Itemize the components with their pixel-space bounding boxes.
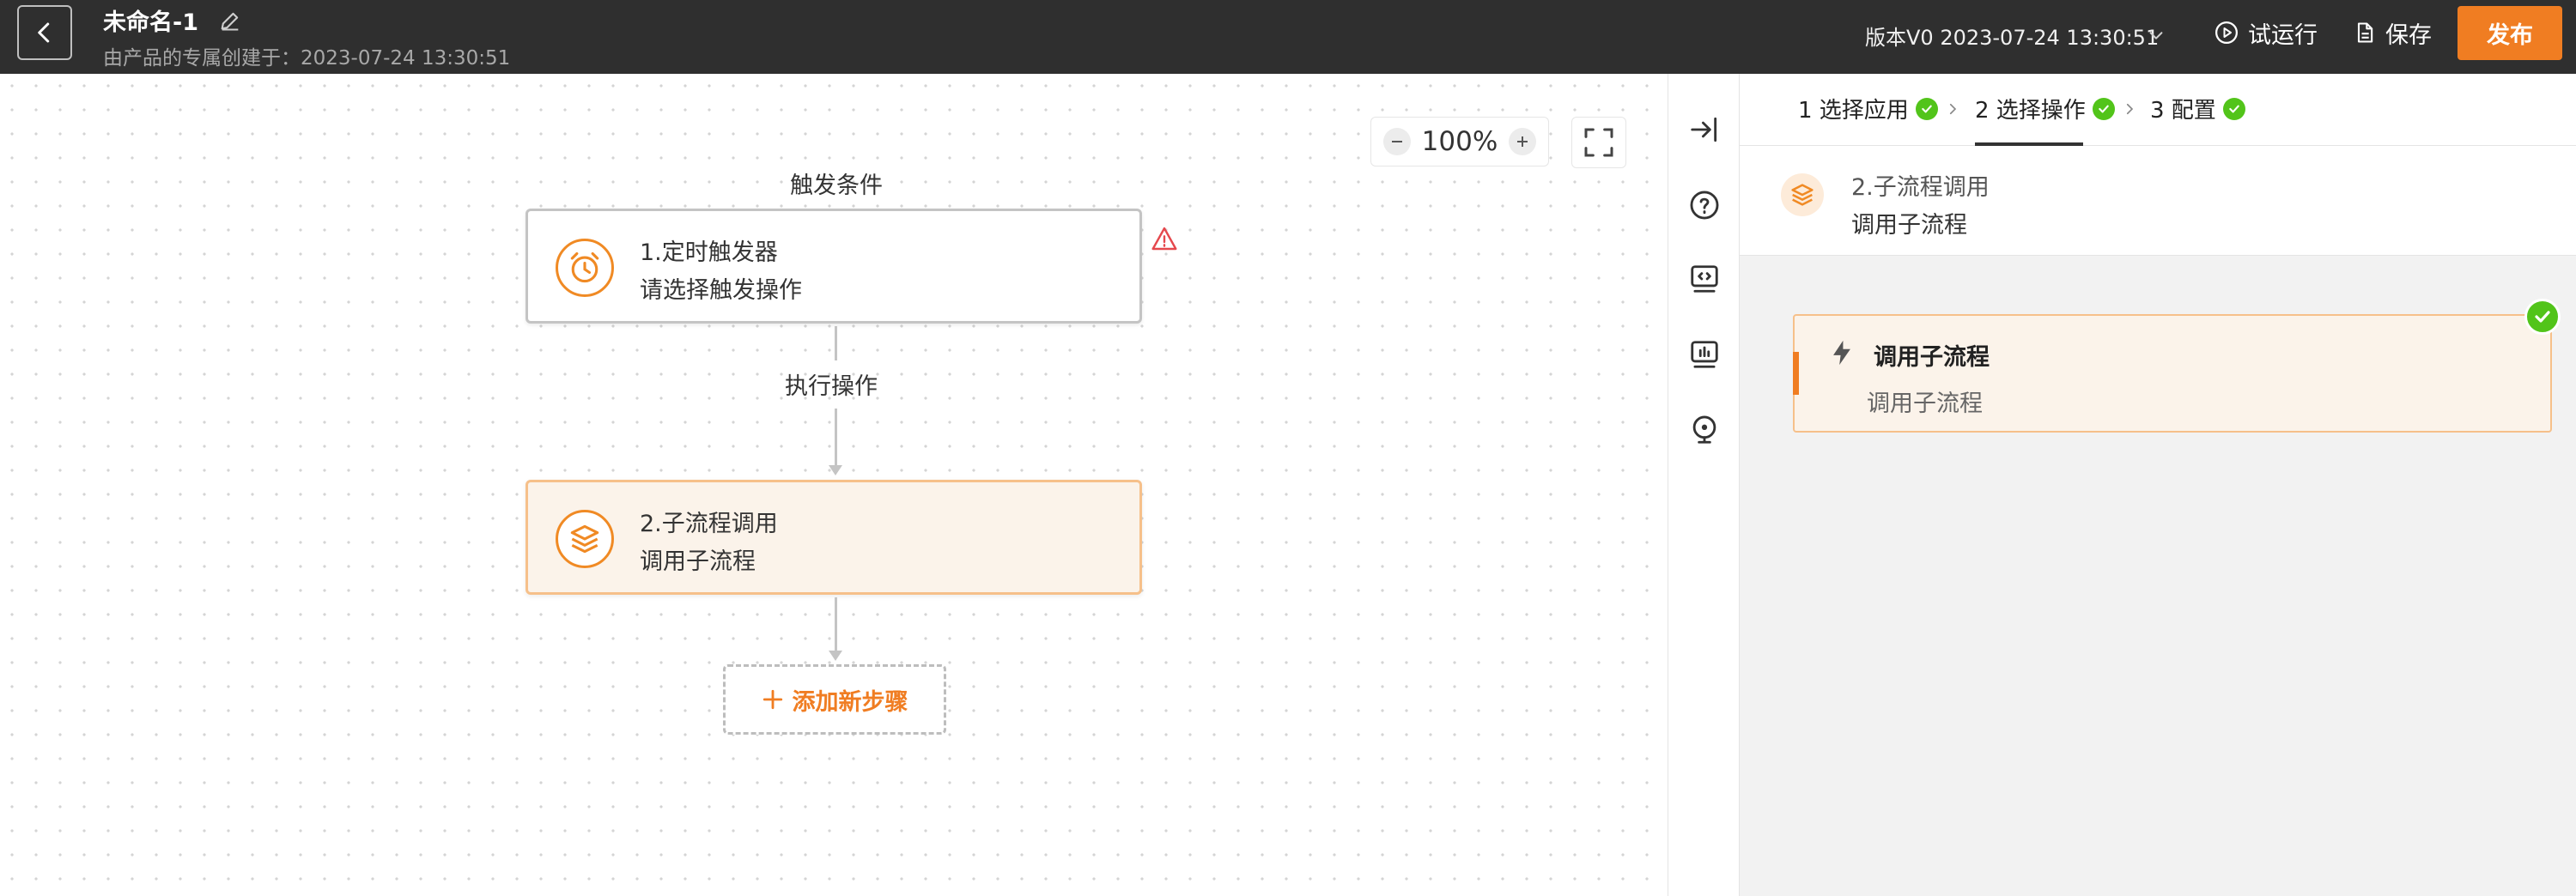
created-info: 由产品的专属创建于：2023-07-24 13:30:51 [103,47,511,70]
workflow-title: 未命名-1 [103,9,198,36]
chart-icon [1691,341,1718,368]
stats-button[interactable] [1686,336,1722,372]
save-button[interactable]: 保存 [2353,15,2432,50]
collapse-panel-button[interactable] [1686,112,1722,148]
layers-icon [1781,173,1824,216]
zoom-in-button[interactable] [1508,128,1536,155]
trial-run-label: 试运行 [2248,21,2318,49]
step-label: 2 选择操作 [1975,98,2086,124]
connector-line [835,597,837,651]
operation-title: 调用子流程 [1874,344,1990,371]
trigger-node[interactable]: 1.定时触发器 请选择触发操作 [526,209,1142,324]
add-step-label: 添加新步骤 [792,688,908,716]
trigger-node-title: 1.定时触发器 [640,239,778,266]
action-section-label: 执行操作 [785,373,878,400]
save-label: 保存 [2385,21,2432,49]
flow-canvas[interactable]: 100% 触发条件 1.定时触发器 请选择触发操作 执行操作 2.子流程调用 调… [0,74,1668,896]
minus-icon [1392,141,1402,142]
play-icon [2215,21,2238,44]
help-button[interactable] [1686,187,1722,223]
chevron-right-icon [1949,103,1956,114]
step-label: 3 配置 [2150,98,2216,124]
alarm-clock-icon [556,239,614,297]
plus-icon [762,689,782,710]
check-icon [2222,97,2245,120]
code-icon [1691,265,1718,293]
location-button[interactable] [1686,412,1722,448]
trial-run-button[interactable]: 试运行 [2214,15,2318,50]
step-tabs: 1 选择应用 2 选择操作 3 配置 [1740,74,2576,146]
edit-icon[interactable] [218,9,242,33]
operation-description: 调用子流程 [1867,390,1983,417]
warning-icon[interactable] [1151,225,1178,252]
action-node[interactable]: 2.子流程调用 调用子流程 [526,480,1142,595]
plus-icon [1516,136,1528,147]
add-step-button[interactable]: 添加新步骤 [723,664,946,735]
operation-card[interactable]: 调用子流程 调用子流程 [1793,314,2552,433]
zoom-control: 100% [1370,117,1549,166]
connector-line [835,409,837,465]
config-panel: 1 选择应用 2 选择操作 3 配置 2.子流程调用 调用子流程 调用子流程 调… [1740,74,2576,896]
chevron-right-icon [2126,103,2133,114]
action-node-description: 调用子流程 [640,548,756,575]
zoom-out-button[interactable] [1383,128,1411,155]
publish-button[interactable]: 发布 [2458,6,2562,60]
lightning-icon [1833,340,1850,366]
side-toolbar [1668,74,1740,896]
layers-icon [556,510,614,568]
chevron-down-icon[interactable] [2147,26,2166,45]
code-button[interactable] [1686,261,1722,297]
fullscreen-button[interactable] [1571,117,1626,168]
step-select-operation[interactable]: 2 选择操作 [1975,93,2137,124]
collapse-panel-icon [1691,117,1717,142]
step-select-app[interactable]: 1 选择应用 [1798,93,1960,124]
fullscreen-icon [1584,128,1613,157]
selected-accent-bar [1793,352,1799,395]
zoom-level: 100% [1421,126,1498,157]
step-configure[interactable]: 3 配置 [2150,93,2245,124]
location-icon [1692,415,1716,444]
connector-arrow [829,465,842,475]
trigger-node-description: 请选择触发操作 [640,277,802,304]
selected-node-description: 调用子流程 [1851,212,1967,239]
back-icon [38,22,50,43]
action-node-title: 2.子流程调用 [640,511,778,537]
trigger-section-label: 触发条件 [790,173,883,199]
document-icon [2357,22,2373,43]
top-bar: 未命名-1 由产品的专属创建于：2023-07-24 13:30:51 版本V0… [0,0,2576,74]
check-icon [2524,299,2561,335]
connector-line [835,326,837,360]
step-label: 1 选择应用 [1798,98,1909,124]
connector-arrow [829,651,842,661]
check-icon [1915,97,1938,120]
check-icon [2092,97,2115,120]
help-icon [1690,191,1719,220]
selected-node-header: 2.子流程调用 调用子流程 [1740,146,2576,256]
back-button[interactable] [17,5,72,60]
selected-node-title: 2.子流程调用 [1851,174,1990,201]
version-selector[interactable]: 版本V0 2023-07-24 13:30:51 [1865,21,2159,51]
